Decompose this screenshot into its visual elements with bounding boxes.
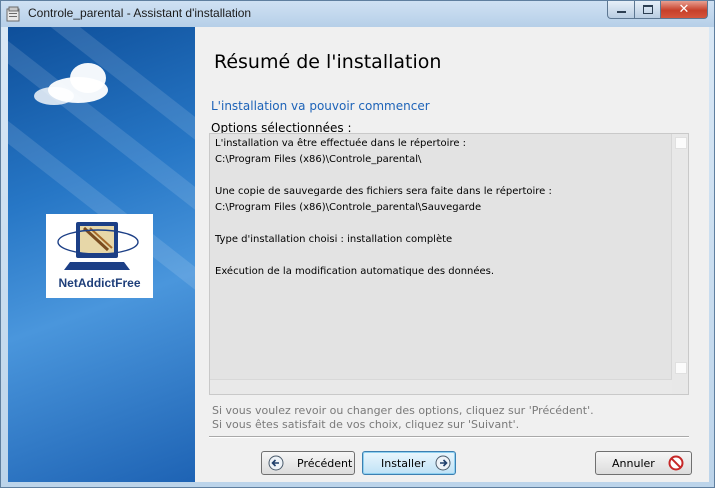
- summary-line: Exécution de la modification automatique…: [215, 266, 495, 277]
- summary-textbox[interactable]: L'installation va être effectuée dans le…: [209, 133, 689, 395]
- page-title: Résumé de l'installation: [214, 51, 442, 73]
- cancel-button[interactable]: Annuler: [595, 451, 692, 475]
- minimize-button[interactable]: [607, 1, 635, 19]
- close-button[interactable]: ✕: [660, 1, 708, 19]
- hint-line: Si vous êtes satisfait de vos choix, cli…: [212, 418, 520, 431]
- installer-icon: [6, 6, 20, 22]
- minimize-icon: [616, 11, 626, 13]
- window-title: Controle_parental - Assistant d'installa…: [28, 6, 252, 20]
- page-subtitle: L'installation va pouvoir commencer: [211, 99, 430, 113]
- summary-line: C:\Program Files (x86)\Controle_parental…: [215, 202, 482, 213]
- summary-line: L'installation va être effectuée dans le…: [215, 138, 467, 149]
- summary-line: C:\Program Files (x86)\Controle_parental…: [215, 154, 422, 165]
- title-bar[interactable]: Controle_parental - Assistant d'installa…: [1, 1, 714, 27]
- install-label: Installer: [381, 457, 426, 470]
- wizard-client-area: NetAddictFree Résumé de l'installation L…: [8, 27, 709, 482]
- previous-label: Précédent: [297, 457, 353, 470]
- sidebar-banner: NetAddictFree: [8, 27, 195, 482]
- vertical-scrollbar[interactable]: [671, 134, 688, 394]
- install-button[interactable]: Installer: [362, 451, 456, 475]
- cancel-label: Annuler: [612, 457, 655, 470]
- arrow-right-icon: [435, 455, 451, 471]
- installer-window: Controle_parental - Assistant d'installa…: [0, 0, 715, 488]
- netaddictfree-logo: NetAddictFree: [46, 214, 153, 298]
- cancel-icon: [668, 455, 684, 471]
- hint-line: Si vous voulez revoir ou changer des opt…: [212, 404, 594, 417]
- summary-line: Type d'installation choisi : installatio…: [215, 234, 453, 245]
- scroll-up-button[interactable]: [675, 137, 687, 149]
- horizontal-scrollbar[interactable]: [210, 379, 672, 394]
- maximize-icon: [642, 5, 653, 14]
- summary-line: Une copie de sauvegarde des fichiers ser…: [215, 186, 552, 197]
- scroll-down-button[interactable]: [675, 362, 687, 374]
- logo-text: NetAddictFree: [58, 276, 141, 290]
- computer-monitor-logo: [57, 222, 139, 270]
- previous-button[interactable]: Précédent: [261, 451, 355, 475]
- cloud-shape: [70, 63, 106, 93]
- cloud-shape: [34, 87, 74, 105]
- arrow-left-icon: [268, 455, 284, 471]
- separator: [209, 436, 689, 438]
- close-icon: ✕: [678, 2, 690, 17]
- maximize-button[interactable]: [634, 1, 661, 19]
